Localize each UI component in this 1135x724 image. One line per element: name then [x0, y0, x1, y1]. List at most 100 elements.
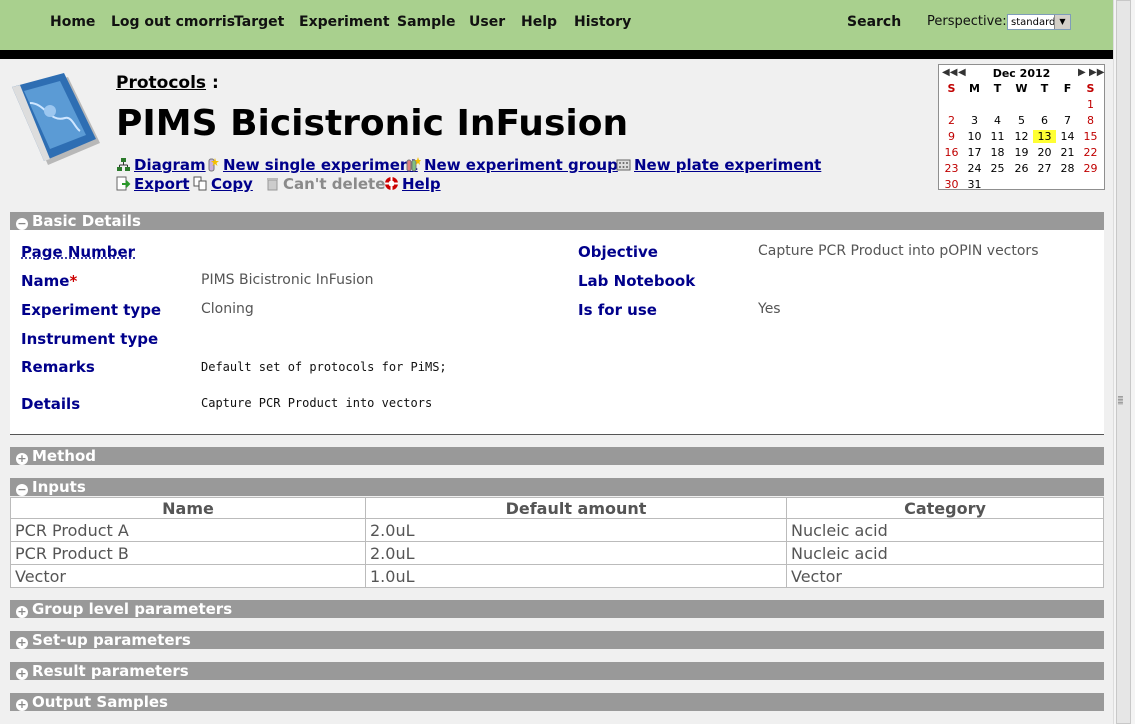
calendar-day[interactable]: 23	[940, 162, 963, 175]
expand-icon: +	[16, 636, 28, 649]
section-setup-parameters[interactable]: + Set-up parameters	[10, 631, 1104, 649]
page-number-label[interactable]: Page Number	[21, 243, 135, 261]
objective-value: Capture PCR Product into pOPIN vectors	[758, 243, 1039, 259]
calendar-day[interactable]: 9	[940, 130, 963, 143]
calendar-day[interactable]: 8	[1079, 114, 1102, 127]
calendar-day[interactable]: 15	[1079, 130, 1102, 143]
calendar-day[interactable]: 13	[1033, 130, 1056, 143]
calendar-day[interactable]: 25	[986, 162, 1009, 175]
nav-history[interactable]: History	[574, 14, 631, 30]
trash-icon	[267, 178, 278, 191]
calendar-day[interactable]: 4	[986, 114, 1009, 127]
calendar-day[interactable]: 20	[1033, 146, 1056, 159]
table-row: PCR Product A 2.0uL Nucleic acid	[10, 518, 1104, 542]
section-group-level-parameters[interactable]: + Group level parameters	[10, 600, 1104, 618]
breadcrumb: Protocols :	[116, 73, 219, 93]
nav-home[interactable]: Home	[50, 14, 95, 30]
calendar-day[interactable]: 2	[940, 114, 963, 127]
calendar-day[interactable]: 30	[940, 178, 963, 191]
new-experiment-icon	[208, 158, 219, 172]
expand-icon: +	[16, 605, 28, 618]
experiment-type-value: Cloning	[201, 301, 254, 317]
section-method[interactable]: + Method	[10, 447, 1104, 465]
calendar-day[interactable]: 28	[1056, 162, 1079, 175]
details-value: Capture PCR Product into vectors	[201, 396, 433, 410]
instrument-type-label: Instrument type	[21, 330, 159, 348]
top-navigation-bar: Home Log out cmorris Target Experiment S…	[0, 0, 1113, 51]
nav-logout[interactable]: Log out cmorris	[111, 14, 235, 30]
calendar-day[interactable]: 1	[1079, 98, 1102, 111]
calendar-day-header: T	[1040, 82, 1049, 95]
calendar-day[interactable]: 27	[1033, 162, 1056, 175]
calendar-day[interactable]: 5	[1010, 114, 1033, 127]
export-icon	[116, 176, 131, 191]
calendar-day-header: T	[993, 82, 1002, 95]
name-label: Name*	[21, 272, 78, 290]
collapse-icon: −	[16, 483, 28, 496]
is-for-use-value: Yes	[758, 301, 781, 317]
expand-icon: +	[16, 452, 28, 465]
column-header-category: Category	[786, 497, 1104, 519]
next-year-icon[interactable]: ▶▶	[1089, 67, 1104, 78]
page-title: PIMS Bicistronic InFusion	[116, 103, 629, 144]
cell-category: Nucleic acid	[786, 541, 1104, 565]
diagram-icon	[117, 158, 130, 171]
calendar-day[interactable]: 14	[1056, 130, 1079, 143]
calendar-day[interactable]: 26	[1010, 162, 1033, 175]
plate-icon	[616, 159, 631, 171]
calendar-day-header: F	[1063, 82, 1072, 95]
help-action[interactable]: Help	[384, 175, 441, 193]
nav-sample[interactable]: Sample	[397, 14, 455, 30]
calendar-day[interactable]: 10	[963, 130, 986, 143]
section-inputs[interactable]: − Inputs	[10, 478, 1104, 496]
calendar-day[interactable]: 24	[963, 162, 986, 175]
next-month-icon[interactable]: ▶	[1078, 67, 1086, 78]
is-for-use-label: Is for use	[578, 301, 657, 319]
scrollbar-thumb[interactable]	[1116, 0, 1131, 724]
section-basic-details[interactable]: − Basic Details	[10, 212, 1104, 230]
calendar-day-header: W	[1015, 82, 1028, 95]
perspective-label: Perspective:	[927, 14, 1007, 29]
cell-amount: 2.0uL	[365, 541, 787, 565]
calendar-day[interactable]: 31	[963, 178, 986, 191]
copy-action[interactable]: Copy	[193, 175, 253, 193]
section-result-parameters[interactable]: + Result parameters	[10, 662, 1104, 680]
section-output-samples[interactable]: + Output Samples	[10, 693, 1104, 711]
calendar-day[interactable]: 3	[963, 114, 986, 127]
calendar-day[interactable]: 21	[1056, 146, 1079, 159]
export-action[interactable]: Export	[116, 175, 190, 193]
calendar-day[interactable]: 6	[1033, 114, 1056, 127]
lab-notebook-label: Lab Notebook	[578, 272, 696, 290]
calendar-day[interactable]: 29	[1079, 162, 1102, 175]
nav-target[interactable]: Target	[234, 14, 284, 30]
calendar-day[interactable]: 7	[1056, 114, 1079, 127]
new-group-icon	[406, 157, 421, 172]
perspective-select[interactable]: standard ▼	[1007, 14, 1071, 30]
new-experiment-group-action[interactable]: New experiment group	[406, 156, 618, 174]
diagram-action[interactable]: Diagram	[116, 156, 206, 174]
cell-name: PCR Product B	[10, 541, 366, 565]
details-label: Details	[21, 395, 81, 413]
calendar-day[interactable]: 17	[963, 146, 986, 159]
calendar-day[interactable]: 16	[940, 146, 963, 159]
calendar-day-header: M	[969, 82, 980, 95]
nav-search[interactable]: Search	[847, 14, 901, 30]
breadcrumb-protocols[interactable]: Protocols	[116, 73, 206, 93]
perspective-value: standard	[1011, 17, 1056, 28]
cell-category: Nucleic acid	[786, 518, 1104, 542]
calendar-day[interactable]: 19	[1010, 146, 1033, 159]
new-single-experiment-action[interactable]: New single experiment	[205, 156, 418, 174]
nav-experiment[interactable]: Experiment	[299, 14, 390, 30]
calendar-day[interactable]: 18	[986, 146, 1009, 159]
calendar-day[interactable]: 22	[1079, 146, 1102, 159]
calendar-day[interactable]: 12	[1010, 130, 1033, 143]
basic-details-panel: Page Number Name* PIMS Bicistronic InFus…	[10, 230, 1104, 435]
nav-help[interactable]: Help	[521, 14, 557, 30]
calendar-day[interactable]: 11	[986, 130, 1009, 143]
breadcrumb-separator: :	[211, 73, 219, 93]
lifebuoy-icon	[385, 177, 398, 190]
nav-user[interactable]: User	[469, 14, 505, 30]
new-plate-experiment-action[interactable]: New plate experiment	[616, 156, 821, 174]
cell-amount: 1.0uL	[365, 564, 787, 588]
name-value: PIMS Bicistronic InFusion	[201, 272, 374, 288]
